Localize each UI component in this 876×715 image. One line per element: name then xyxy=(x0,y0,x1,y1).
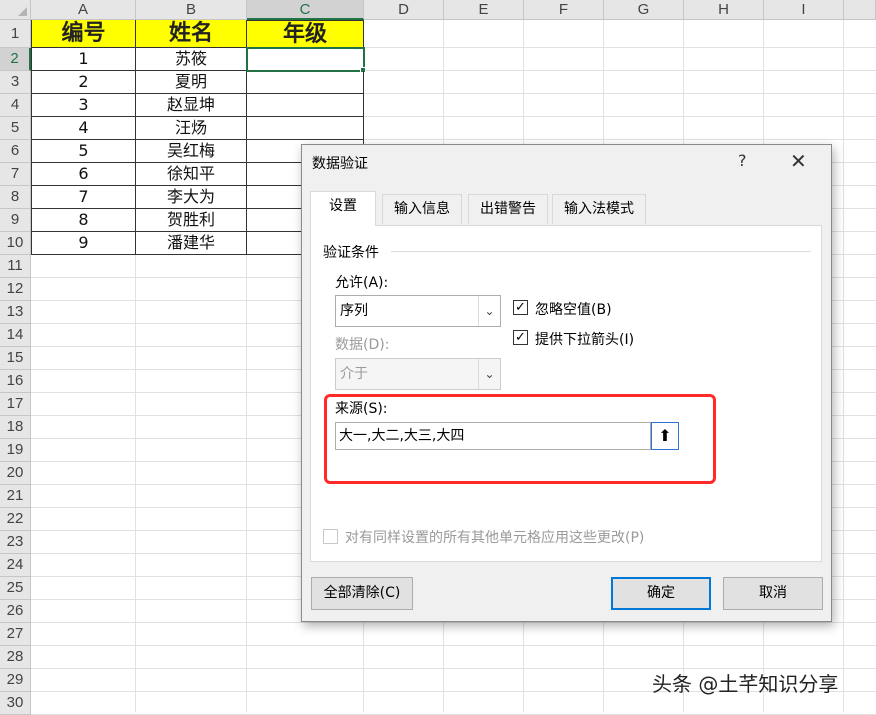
cell-name[interactable]: 潘建华 xyxy=(136,232,247,255)
data-label: 数据(D): xyxy=(335,337,390,353)
row-header-3[interactable]: 3 xyxy=(0,71,31,94)
cell-id[interactable]: 4 xyxy=(31,117,136,140)
row-header-26[interactable]: 26 xyxy=(0,600,31,623)
allow-label: 允许(A): xyxy=(335,275,389,291)
tab-settings[interactable]: 设置 xyxy=(310,191,376,226)
row-header-16[interactable]: 16 xyxy=(0,370,31,393)
cell-grade[interactable] xyxy=(246,47,365,72)
cell-name[interactable]: 苏筱 xyxy=(136,48,247,71)
dropdown-arrow-label[interactable]: 提供下拉箭头(I) xyxy=(535,329,634,349)
cell-id[interactable]: 9 xyxy=(31,232,136,255)
row-header-17[interactable]: 17 xyxy=(0,393,31,416)
column-header-d[interactable]: D xyxy=(364,0,444,20)
row-header-27[interactable]: 27 xyxy=(0,623,31,646)
watermark: 头条 @土芊知识分享 xyxy=(652,672,839,696)
cancel-button[interactable]: 取消 xyxy=(723,577,823,610)
dropdown-arrow-checkbox[interactable]: ✓ xyxy=(513,330,528,345)
cell-name[interactable]: 吴红梅 xyxy=(136,140,247,163)
cell-id[interactable]: 8 xyxy=(31,209,136,232)
cell-name[interactable]: 李大为 xyxy=(136,186,247,209)
allow-value: 序列 xyxy=(340,303,368,319)
cell-grade[interactable] xyxy=(247,94,364,117)
tab-ime-mode[interactable]: 输入法模式 xyxy=(552,194,646,224)
tab-error-alert[interactable]: 出错警告 xyxy=(468,194,548,224)
cell-name[interactable]: 徐知平 xyxy=(136,163,247,186)
row-header-10[interactable]: 10 xyxy=(0,232,31,255)
cell-name[interactable]: 赵显坤 xyxy=(136,94,247,117)
row-header-18[interactable]: 18 xyxy=(0,416,31,439)
cell-id[interactable]: 7 xyxy=(31,186,136,209)
section-divider xyxy=(391,251,811,252)
column-header-f[interactable]: F xyxy=(524,0,604,20)
column-header-e[interactable]: E xyxy=(444,0,524,20)
row-header-12[interactable]: 12 xyxy=(0,278,31,301)
highlight-box xyxy=(324,394,716,484)
cell-id[interactable]: 5 xyxy=(31,140,136,163)
row-header-14[interactable]: 14 xyxy=(0,324,31,347)
gridline xyxy=(31,622,876,623)
allow-select[interactable]: 序列 ⌄ xyxy=(335,295,501,327)
clear-all-button[interactable]: 全部清除(C) xyxy=(311,577,413,610)
row-header-29[interactable]: 29 xyxy=(0,669,31,692)
cell-name[interactable]: 贺胜利 xyxy=(136,209,247,232)
tab-input-message[interactable]: 输入信息 xyxy=(382,194,462,224)
row-header-22[interactable]: 22 xyxy=(0,508,31,531)
apply-all-checkbox xyxy=(323,529,338,544)
help-icon[interactable]: ? xyxy=(738,151,747,170)
header-cell-name[interactable]: 姓名 xyxy=(136,20,247,48)
data-select: 介于 ⌄ xyxy=(335,358,501,390)
row-header-24[interactable]: 24 xyxy=(0,554,31,577)
row-header-4[interactable]: 4 xyxy=(0,94,31,117)
close-icon[interactable]: ✕ xyxy=(790,149,807,173)
row-header-9[interactable]: 9 xyxy=(0,209,31,232)
cell-grade[interactable] xyxy=(247,71,364,94)
column-header-g[interactable]: G xyxy=(604,0,684,20)
header-cell-id[interactable]: 编号 xyxy=(31,20,136,48)
header-cell-grade[interactable]: 年级 xyxy=(247,20,364,48)
column-header-b[interactable]: B xyxy=(136,0,247,20)
column-header-blank[interactable] xyxy=(844,0,876,20)
row-header-1[interactable]: 1 xyxy=(0,20,31,48)
cell-id[interactable]: 6 xyxy=(31,163,136,186)
row-header-7[interactable]: 7 xyxy=(0,163,31,186)
dialog-title: 数据验证 xyxy=(312,156,368,172)
cell-grade[interactable] xyxy=(247,117,364,140)
column-header-a[interactable]: A xyxy=(31,0,136,20)
row-header-2[interactable]: 2 xyxy=(0,48,31,71)
data-value: 介于 xyxy=(340,366,368,382)
column-header-i[interactable]: I xyxy=(764,0,844,20)
chevron-down-icon: ⌄ xyxy=(478,296,500,326)
cell-name[interactable]: 夏明 xyxy=(136,71,247,94)
column-header-h[interactable]: H xyxy=(684,0,764,20)
column-header-c[interactable]: C xyxy=(247,0,364,20)
cell-name[interactable]: 汪炀 xyxy=(136,117,247,140)
row-header-15[interactable]: 15 xyxy=(0,347,31,370)
chevron-down-icon: ⌄ xyxy=(478,359,500,389)
row-header-6[interactable]: 6 xyxy=(0,140,31,163)
row-header-28[interactable]: 28 xyxy=(0,646,31,669)
cell-id[interactable]: 2 xyxy=(31,71,136,94)
select-all-corner[interactable] xyxy=(0,0,31,20)
gridline xyxy=(31,645,876,646)
row-header-19[interactable]: 19 xyxy=(0,439,31,462)
ignore-blank-label[interactable]: 忽略空值(B) xyxy=(535,299,612,319)
ok-button[interactable]: 确定 xyxy=(611,577,711,610)
row-header-8[interactable]: 8 xyxy=(0,186,31,209)
row-header-13[interactable]: 13 xyxy=(0,301,31,324)
cell-id[interactable]: 3 xyxy=(31,94,136,117)
apply-all-label: 对有同样设置的所有其他单元格应用这些更改(P) xyxy=(345,530,645,546)
gridline xyxy=(843,20,844,712)
row-header-21[interactable]: 21 xyxy=(0,485,31,508)
section-title: 验证条件 xyxy=(323,245,379,261)
row-header-11[interactable]: 11 xyxy=(0,255,31,278)
row-header-25[interactable]: 25 xyxy=(0,577,31,600)
ignore-blank-checkbox[interactable]: ✓ xyxy=(513,300,528,315)
row-header-5[interactable]: 5 xyxy=(0,117,31,140)
cell-id[interactable]: 1 xyxy=(31,48,136,71)
row-header-23[interactable]: 23 xyxy=(0,531,31,554)
data-validation-dialog: 数据验证 ? ✕ 设置 输入信息 出错警告 输入法模式 验证条件 允许(A): … xyxy=(301,144,832,622)
row-header-20[interactable]: 20 xyxy=(0,462,31,485)
